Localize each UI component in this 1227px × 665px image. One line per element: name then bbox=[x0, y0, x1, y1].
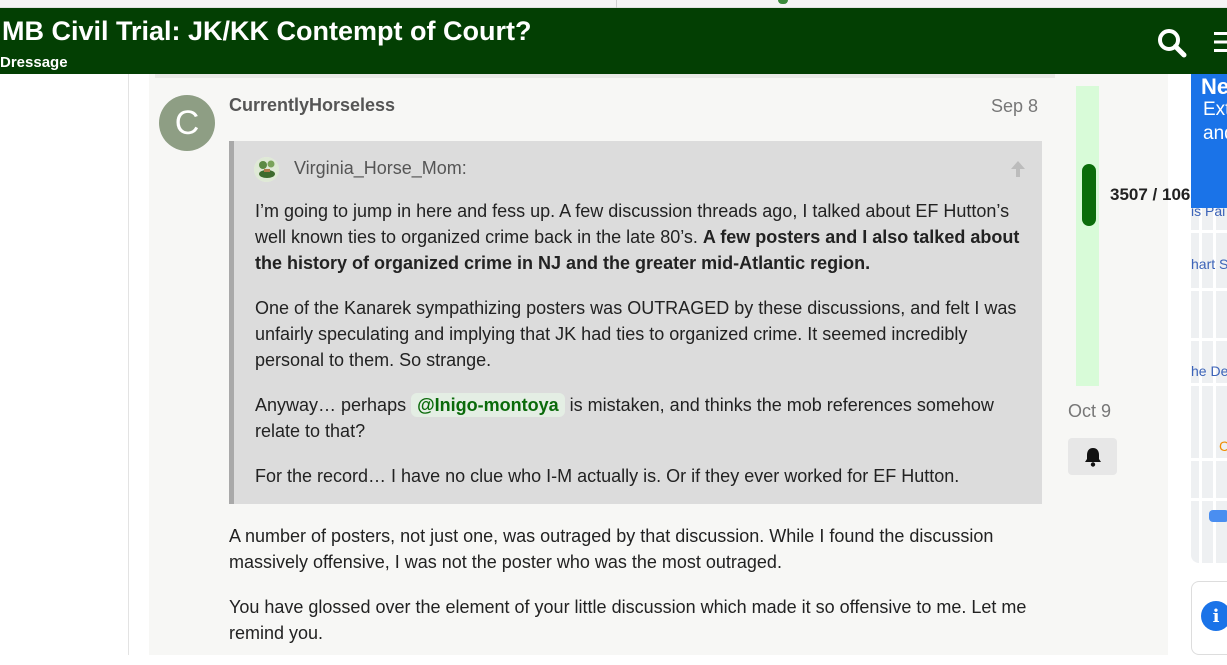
map-marker bbox=[1209, 510, 1227, 522]
category-breadcrumb[interactable]: Dressage bbox=[0, 54, 68, 71]
quote-paragraph: One of the Kanarek sympathizing posters … bbox=[255, 298, 1017, 370]
bell-icon bbox=[1084, 447, 1101, 467]
user-mention-link[interactable]: @Inigo-montoya bbox=[411, 393, 565, 417]
user-avatar[interactable]: C bbox=[159, 95, 215, 151]
map-road bbox=[1191, 458, 1227, 461]
map-road bbox=[1191, 288, 1227, 291]
map-label: is Pai bbox=[1191, 208, 1226, 219]
post-date[interactable]: Sep 8 bbox=[991, 96, 1038, 117]
quote-text: I’m going to jump in here and fess up. A… bbox=[255, 198, 1035, 508]
topic-header: MB Civil Trial: JK/KK Contempt of Court?… bbox=[0, 8, 1227, 74]
timeline-handle[interactable] bbox=[1082, 164, 1096, 226]
strip-indicator bbox=[778, 0, 788, 4]
ad-text-line: and bbox=[1203, 123, 1227, 144]
post-username[interactable]: CurrentlyHorseless bbox=[229, 95, 395, 116]
quote-text-span: Anyway… perhaps bbox=[255, 395, 407, 415]
avatar-letter: C bbox=[174, 103, 200, 142]
ad-title: Ne bbox=[1201, 74, 1227, 99]
arrow-up-icon[interactable] bbox=[1009, 159, 1027, 179]
map-label: he De bbox=[1191, 363, 1227, 379]
map-pin-label: C bbox=[1219, 438, 1227, 454]
quote-avatar bbox=[254, 157, 279, 182]
topic-title[interactable]: MB Civil Trial: JK/KK Contempt of Court? bbox=[2, 16, 532, 47]
sidebar-divider bbox=[128, 74, 129, 655]
ad-text: Ext and bbox=[1203, 98, 1227, 146]
post-body: A number of posters, not just one, was o… bbox=[229, 523, 1049, 665]
ad-map[interactable]: is Pai hart S he De C bbox=[1191, 208, 1227, 563]
map-label: hart S bbox=[1191, 256, 1227, 272]
quote-author[interactable]: Virginia_Horse_Mom: bbox=[294, 158, 467, 179]
strip-divider bbox=[616, 0, 617, 8]
previous-post-edge bbox=[155, 74, 1055, 78]
post-paragraph: You have glossed over the element of you… bbox=[229, 597, 1027, 643]
post-paragraph: A number of posters, not just one, was o… bbox=[229, 526, 994, 572]
ad-text-line: Ext bbox=[1203, 99, 1227, 120]
notification-button[interactable] bbox=[1068, 438, 1117, 475]
info-icon[interactable]: i bbox=[1201, 601, 1227, 631]
map-road bbox=[1191, 498, 1227, 501]
timeline-end-date[interactable]: Oct 9 bbox=[1068, 401, 1111, 422]
map-road bbox=[1191, 383, 1227, 386]
quote-paragraph: For the record… I have no clue who I-M a… bbox=[255, 466, 960, 486]
browser-top-strip bbox=[0, 0, 1227, 8]
search-icon[interactable] bbox=[1157, 28, 1187, 58]
quote-block: Virginia_Horse_Mom: I’m going to jump in… bbox=[229, 141, 1042, 504]
quote-paragraph: I’m going to jump in here and fess up. A… bbox=[255, 198, 1035, 276]
map-road bbox=[1191, 338, 1227, 341]
quote-paragraph: Anyway… perhaps @Inigo-montoya is mistak… bbox=[255, 392, 1035, 444]
hamburger-menu-icon[interactable] bbox=[1210, 30, 1227, 54]
sidebar-ad-banner[interactable]: Ne Ext and bbox=[1191, 74, 1227, 208]
timeline-scrollbar[interactable] bbox=[1076, 86, 1099, 386]
map-road bbox=[1191, 230, 1227, 233]
